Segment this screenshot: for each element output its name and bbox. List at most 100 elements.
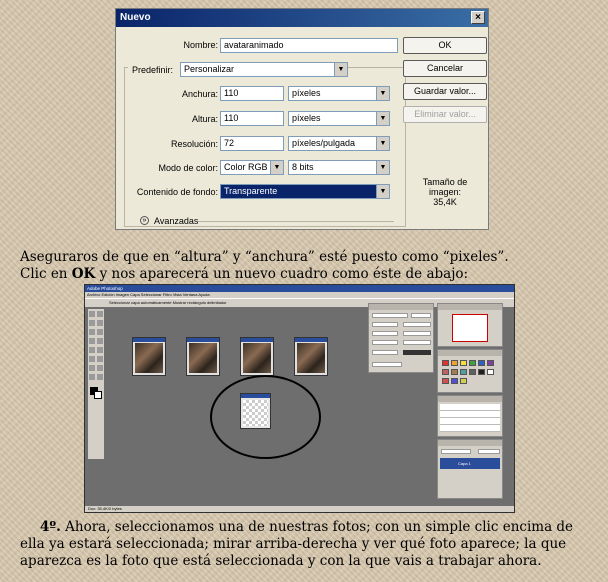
navigator-panel-tab[interactable] <box>438 304 502 310</box>
kerning-field[interactable] <box>403 331 431 336</box>
photo-thumbnail-2[interactable] <box>186 337 220 376</box>
anchura-input[interactable]: 110 <box>220 86 284 101</box>
highlight-circle <box>210 375 321 459</box>
ok-button[interactable]: OK <box>403 37 487 54</box>
contenido-fondo-select[interactable]: Transparente ▼ <box>220 184 390 199</box>
swatch-orange[interactable] <box>451 360 458 366</box>
swatch-purple[interactable] <box>487 360 494 366</box>
character-panel[interactable] <box>368 303 434 373</box>
dialog-titlebar: Nuevo × <box>116 9 488 27</box>
shape-tool-icon[interactable] <box>89 365 95 371</box>
swatch-green[interactable] <box>469 360 476 366</box>
character-panel-tab[interactable] <box>369 304 433 310</box>
marquee-tool-icon[interactable] <box>97 311 103 317</box>
history-row[interactable] <box>440 418 500 425</box>
swatch-red[interactable] <box>442 360 449 366</box>
instruction-paragraph-2: 4º. Ahora, seleccionamos una de nuestras… <box>20 519 588 570</box>
pen-tool-icon[interactable] <box>97 356 103 362</box>
nombre-input[interactable]: avataranimado <box>220 38 398 53</box>
altura-input[interactable]: 110 <box>220 111 284 126</box>
chevron-down-icon: ▼ <box>376 87 389 100</box>
color-panel[interactable] <box>437 349 503 393</box>
expand-chevron-icon[interactable]: » <box>140 216 149 225</box>
color-panel-tab[interactable] <box>438 350 502 356</box>
vertical-scale-field[interactable] <box>372 340 398 345</box>
language-field[interactable] <box>372 362 402 367</box>
history-row[interactable] <box>440 425 500 432</box>
swatch-blue-2[interactable] <box>451 378 458 384</box>
leading-field[interactable] <box>403 322 431 327</box>
instruction-ok-bold: OK <box>71 266 96 282</box>
modo-color-select[interactable]: Color RGB ▼ <box>220 160 284 175</box>
font-family-field[interactable] <box>372 313 408 318</box>
chevron-down-icon: ▼ <box>334 63 347 76</box>
photo-thumbnail-3[interactable] <box>240 337 274 376</box>
navigator-panel[interactable] <box>437 303 503 347</box>
brush-tool-icon[interactable] <box>89 338 95 344</box>
swatch-teal[interactable] <box>460 369 467 375</box>
swatch-red-2[interactable] <box>442 378 449 384</box>
horizontal-scale-field[interactable] <box>403 340 431 345</box>
photo-thumbnail-1[interactable] <box>132 337 166 376</box>
font-size-field[interactable] <box>372 322 398 327</box>
photoshop-toolbox[interactable] <box>88 309 104 459</box>
altura-unit-select[interactable]: píxeles ▼ <box>288 111 390 126</box>
layers-panel[interactable]: Capa 1 <box>437 439 503 499</box>
slice-tool-icon[interactable] <box>97 329 103 335</box>
stamp-tool-icon[interactable] <box>97 338 103 344</box>
opacity-field[interactable] <box>478 449 500 454</box>
contenido-fondo-label: Contenido de fondo: <box>136 187 218 197</box>
photo-thumbnail-4[interactable] <box>294 337 328 376</box>
chevron-down-icon: ▼ <box>270 161 283 174</box>
swatch-white[interactable] <box>487 369 494 375</box>
history-panel-tab[interactable] <box>438 396 502 402</box>
swatch-brown[interactable] <box>451 369 458 375</box>
anchura-unit-select[interactable]: píxeles ▼ <box>288 86 390 101</box>
photoshop-screenshot: Adobe Photoshop Archivo Edición Imagen C… <box>84 284 515 513</box>
swatch-blue[interactable] <box>478 360 485 366</box>
swatch-yellow[interactable] <box>460 360 467 366</box>
avanzadas-label[interactable]: Avanzadas <box>154 216 198 226</box>
chevron-down-icon: ▼ <box>376 185 389 198</box>
crop-tool-icon[interactable] <box>89 329 95 335</box>
gradient-tool-icon[interactable] <box>97 347 103 353</box>
zoom-tool-icon[interactable] <box>89 374 95 380</box>
swatch-rose[interactable] <box>442 369 449 375</box>
nombre-label: Nombre: <box>183 40 218 50</box>
text-tool-icon[interactable] <box>89 356 95 362</box>
cancelar-button[interactable]: Cancelar <box>403 60 487 77</box>
instruction-line-2: Clic en OK y nos aparecerá un nuevo cuad… <box>20 266 600 283</box>
layers-panel-tab[interactable] <box>438 440 502 446</box>
resolucion-input[interactable]: 72 <box>220 136 284 151</box>
close-icon[interactable]: × <box>471 11 485 24</box>
history-panel[interactable] <box>437 395 503 437</box>
history-row[interactable] <box>440 411 500 418</box>
background-color-swatch[interactable] <box>94 391 102 399</box>
history-row[interactable] <box>440 404 500 411</box>
swatch-yellow-2[interactable] <box>460 378 467 384</box>
hand-tool-icon[interactable] <box>97 365 103 371</box>
predefinir-select[interactable]: Personalizar ▼ <box>180 62 348 77</box>
anchura-unit-value: píxeles <box>292 88 321 98</box>
baseline-field[interactable] <box>372 350 398 355</box>
eyedropper-tool-icon[interactable] <box>97 374 103 380</box>
altura-label: Altura: <box>191 114 218 124</box>
lasso-tool-icon[interactable] <box>89 320 95 326</box>
tracking-field[interactable] <box>372 331 398 336</box>
guardar-valor-button[interactable]: Guardar valor... <box>403 83 487 100</box>
navigator-preview[interactable] <box>452 314 488 342</box>
font-style-field[interactable] <box>411 313 431 318</box>
eliminar-valor-button: Eliminar valor... <box>403 106 487 123</box>
blend-mode-field[interactable] <box>441 449 471 454</box>
text-color-swatch[interactable] <box>403 350 431 355</box>
move-tool-icon[interactable] <box>89 311 95 317</box>
photoshop-titlebar: Adobe Photoshop <box>85 285 514 292</box>
layer-row[interactable]: Capa 1 <box>440 458 500 469</box>
modo-color-label: Modo de color: <box>158 163 218 173</box>
wand-tool-icon[interactable] <box>97 320 103 326</box>
swatch-gray[interactable] <box>469 369 476 375</box>
resolucion-unit-select[interactable]: píxeles/pulgada ▼ <box>288 136 390 151</box>
eraser-tool-icon[interactable] <box>89 347 95 353</box>
swatch-black[interactable] <box>478 369 485 375</box>
bits-select[interactable]: 8 bits ▼ <box>288 160 390 175</box>
